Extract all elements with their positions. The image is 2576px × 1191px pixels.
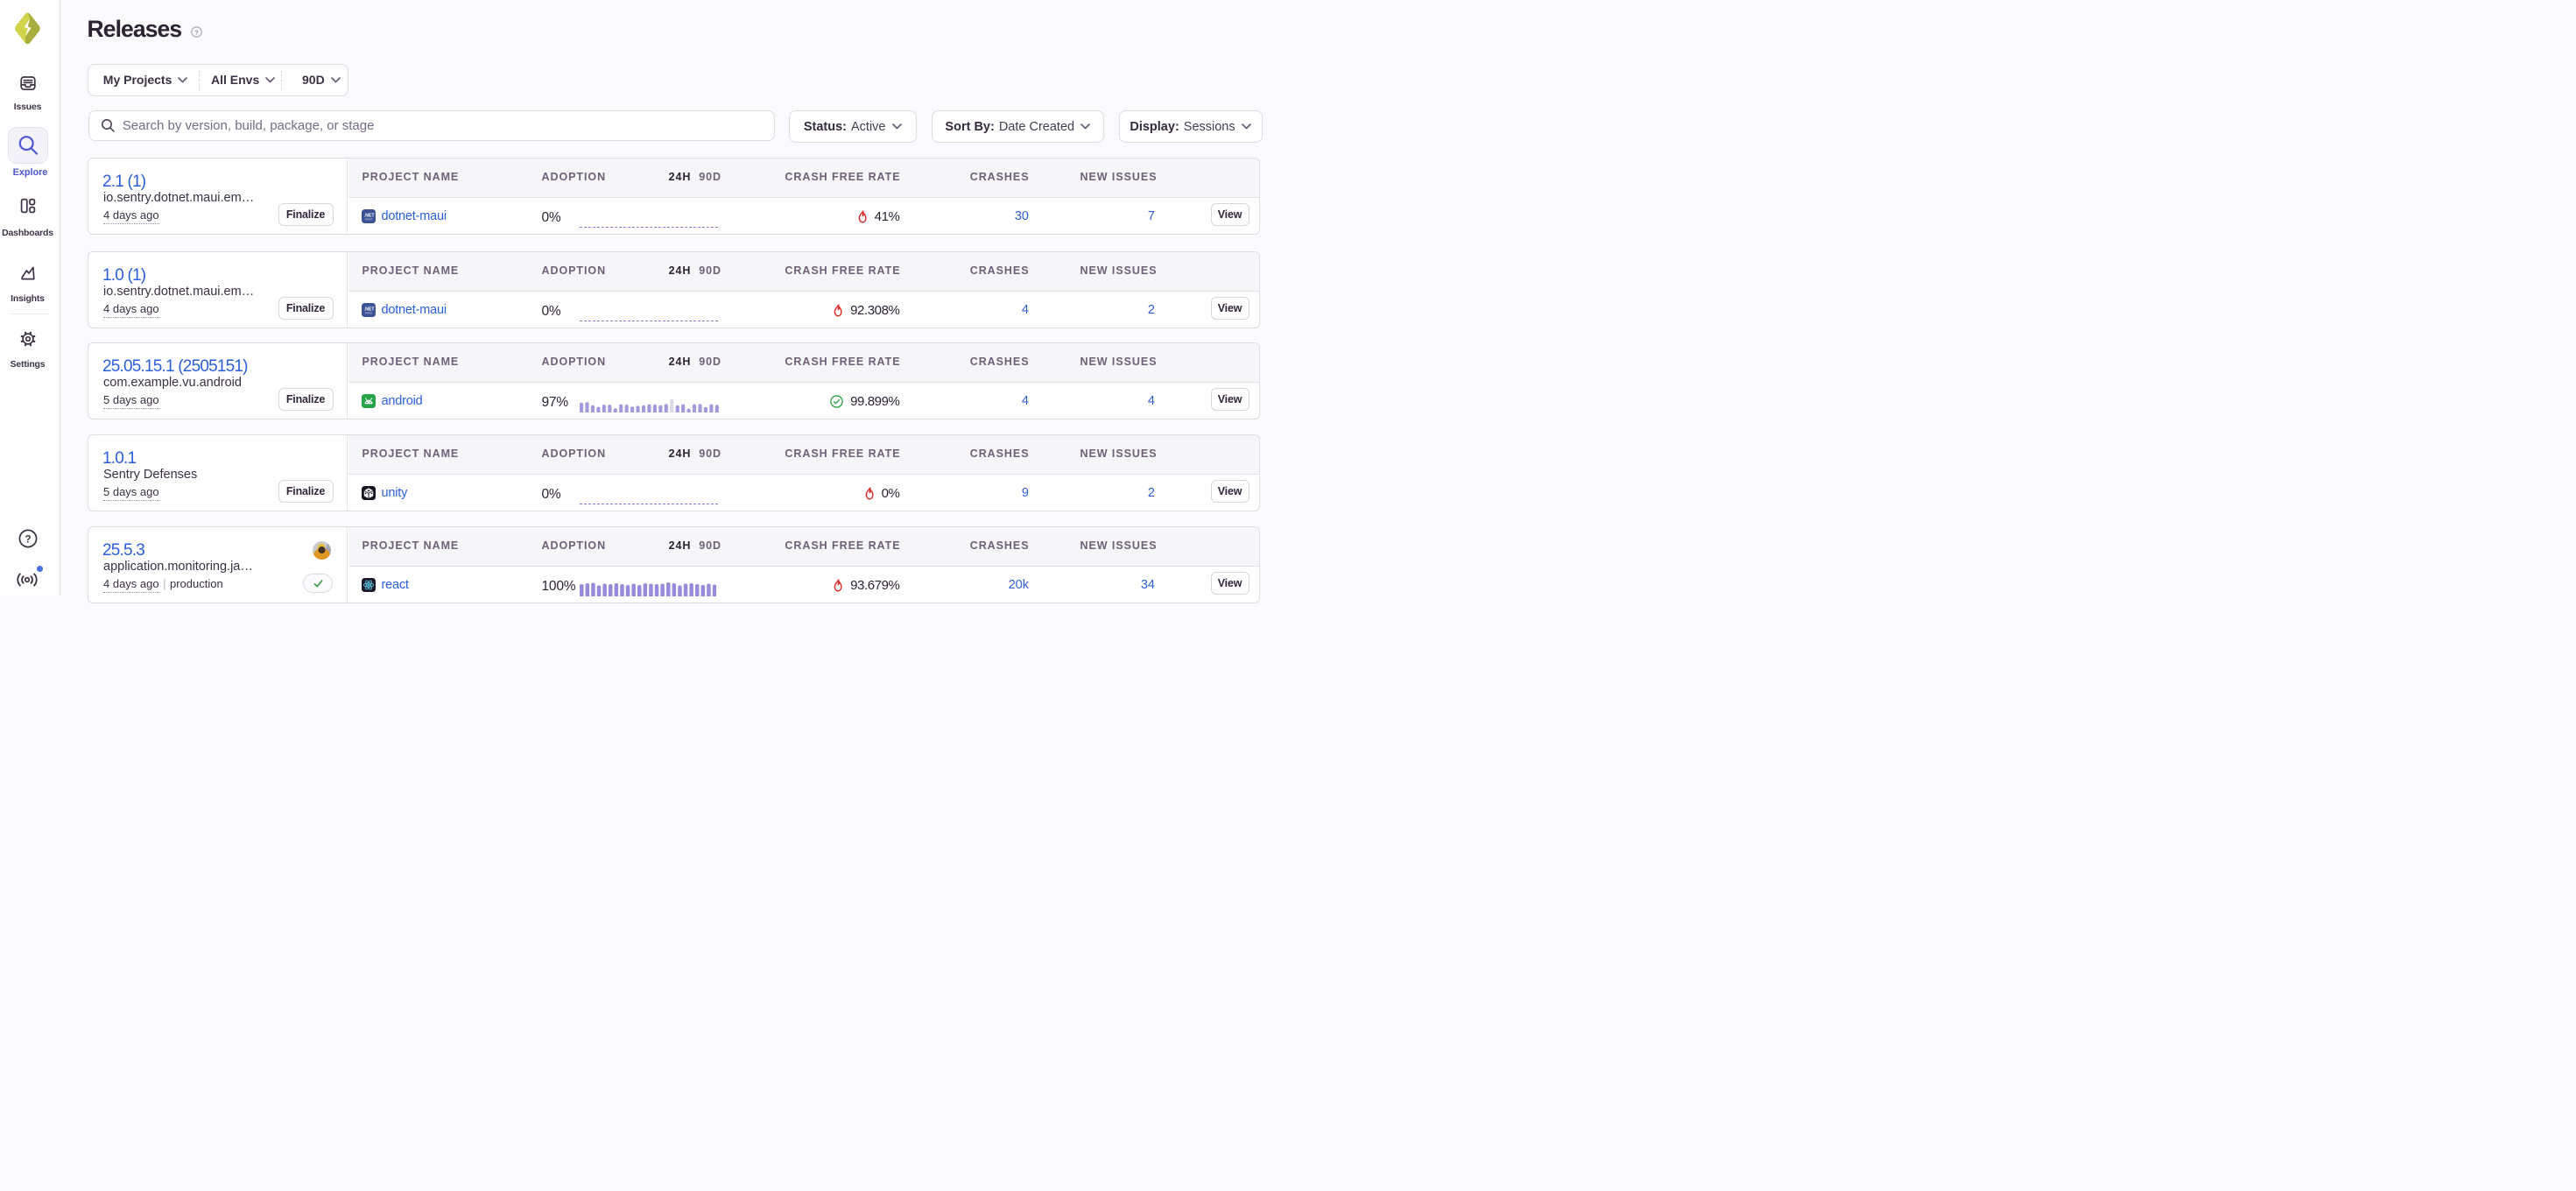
svg-text:?: ?: [25, 534, 31, 545]
svg-text:MAUI: MAUI: [365, 218, 373, 222]
svg-text:?: ?: [194, 28, 199, 36]
svg-text:MAUI: MAUI: [365, 312, 373, 315]
